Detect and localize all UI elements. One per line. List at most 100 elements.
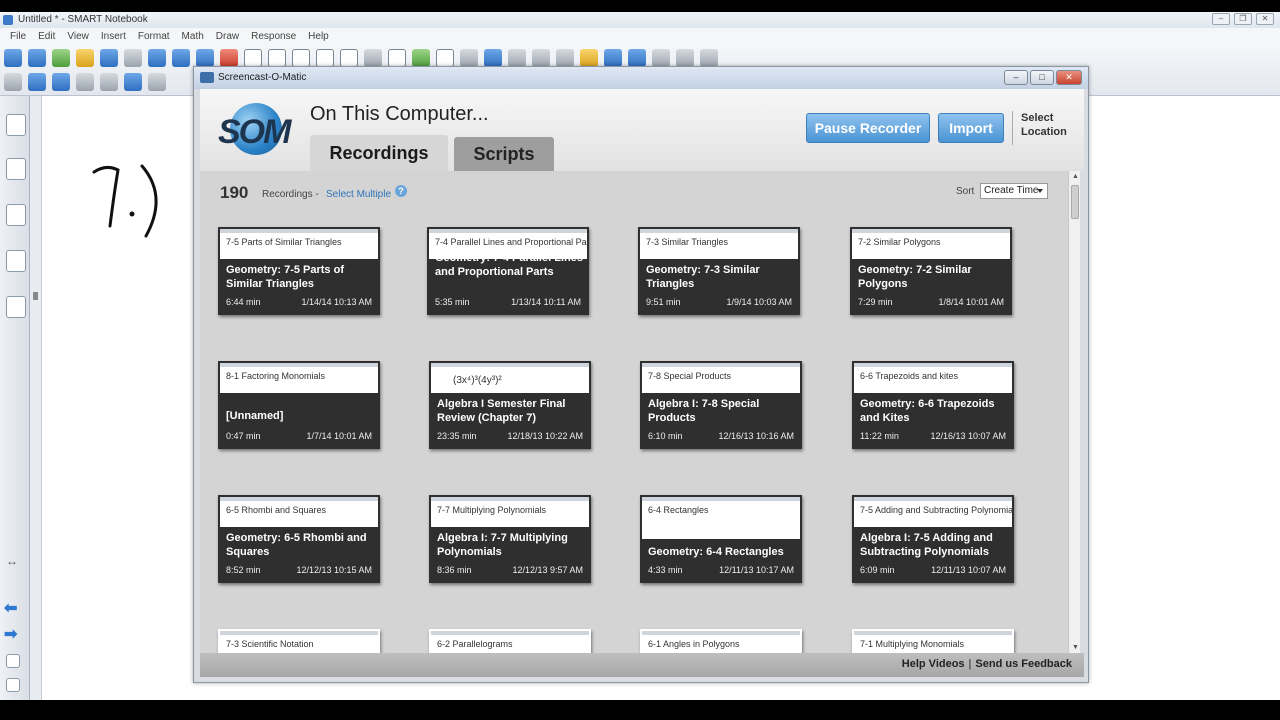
delete-page-icon[interactable]	[148, 49, 166, 67]
minimize-icon[interactable]: –	[1004, 70, 1028, 85]
menu-edit[interactable]: Edit	[32, 31, 61, 42]
close-icon[interactable]: ✕	[1256, 13, 1274, 25]
help-icon[interactable]: ?	[395, 185, 407, 197]
recording-card[interactable]: 8-1 Factoring Monomials [Unnamed] 0:47 m…	[218, 361, 380, 449]
addons-icon[interactable]	[6, 296, 26, 318]
recording-card[interactable]: 7-1 Multiplying Monomials	[852, 629, 1014, 653]
previous-page-icon[interactable]: ⬅	[4, 598, 17, 618]
response-icon[interactable]	[436, 49, 454, 67]
text-tool-icon[interactable]	[364, 49, 382, 67]
close-icon[interactable]: ✕	[1056, 70, 1082, 85]
restore-icon[interactable]: ❐	[1234, 13, 1252, 25]
eraser-icon[interactable]	[532, 49, 550, 67]
properties-icon[interactable]	[676, 49, 694, 67]
magic-pen-icon[interactable]	[604, 49, 622, 67]
delete-icon[interactable]	[220, 49, 238, 67]
import-button[interactable]: Import	[938, 113, 1004, 143]
recording-card[interactable]: 6-1 Angles in Polygons	[640, 629, 802, 653]
tab-scripts[interactable]: Scripts	[454, 137, 554, 171]
capture-icon[interactable]	[316, 49, 334, 67]
select-location-link[interactable]: Select Location	[1012, 111, 1082, 145]
add-page-icon[interactable]	[52, 49, 70, 67]
redo-icon[interactable]	[196, 49, 214, 67]
fill-icon[interactable]	[628, 49, 646, 67]
recording-card[interactable]: 6-5 Rhombi and Squares Geometry: 6-5 Rho…	[218, 495, 380, 583]
recording-card[interactable]: 7-3 Scientific Notation	[218, 629, 380, 653]
recording-card[interactable]: 7-8 Special Products Algebra I: 7-8 Spec…	[640, 361, 802, 449]
back-icon[interactable]	[4, 49, 22, 67]
recording-card[interactable]: 7-3 Similar Triangles Geometry: 7-3 Simi…	[638, 227, 800, 315]
thumbnail-text: 7-3 Scientific Notation	[226, 639, 314, 649]
move-toolbar-icon[interactable]	[700, 49, 718, 67]
scroll-up-icon[interactable]: ▲	[1072, 173, 1079, 180]
graph-icon[interactable]	[124, 73, 142, 91]
math-tools-icon[interactable]	[76, 73, 94, 91]
recording-card[interactable]: (3x⁴)³(4y³)² Algebra I Semester Final Re…	[429, 361, 591, 449]
recording-card[interactable]: 7-4 Parallel Lines and Proportional Part…	[427, 227, 589, 315]
save-icon[interactable]	[100, 49, 118, 67]
text-icon[interactable]	[652, 49, 670, 67]
attachments-icon[interactable]	[6, 204, 26, 226]
recording-card[interactable]: 7-7 Multiplying Polynomials Algebra I: 7…	[429, 495, 591, 583]
creative-pen-icon[interactable]	[508, 49, 526, 67]
table-math-icon[interactable]	[100, 73, 118, 91]
page-sorter-icon[interactable]	[6, 114, 26, 136]
thumbnail-toolbar	[431, 631, 589, 635]
send-feedback-link[interactable]: Send us Feedback	[975, 658, 1072, 670]
scroll-down-icon[interactable]: ▼	[1072, 644, 1079, 651]
minimize-icon[interactable]: –	[1212, 13, 1230, 25]
help-videos-link[interactable]: Help Videos	[902, 658, 965, 670]
next-page-icon[interactable]: ➡	[4, 624, 17, 644]
recording-card[interactable]: 7-5 Adding and Subtracting Polynomials A…	[852, 495, 1014, 583]
menu-help[interactable]: Help	[302, 31, 335, 42]
gallery-icon[interactable]	[6, 158, 26, 180]
menu-draw[interactable]: Draw	[210, 31, 245, 42]
properties-tab-icon[interactable]	[6, 250, 26, 272]
recording-card[interactable]: 6-2 Parallelograms	[429, 629, 591, 653]
geometry-icon[interactable]	[148, 73, 166, 91]
shape-recognition-icon[interactable]	[28, 73, 46, 91]
panel-splitter[interactable]	[30, 96, 42, 700]
tab-recordings[interactable]: Recordings	[310, 135, 448, 171]
resize-handle-icon[interactable]: ↔	[6, 554, 18, 568]
shapes-icon[interactable]	[580, 49, 598, 67]
delete-page-side-icon[interactable]	[6, 678, 20, 692]
menu-format[interactable]: Format	[132, 31, 176, 42]
recording-duration: 4:33 min	[648, 565, 683, 575]
recording-card[interactable]: 7-2 Similar Polygons Geometry: 7-2 Simil…	[850, 227, 1012, 315]
recording-card[interactable]: 7-5 Parts of Similar Triangles Geometry:…	[218, 227, 380, 315]
paste-icon[interactable]	[124, 49, 142, 67]
document-camera-icon[interactable]	[340, 49, 358, 67]
open-icon[interactable]	[76, 49, 94, 67]
thumbnail-toolbar	[640, 229, 798, 233]
line-icon[interactable]	[556, 49, 574, 67]
full-screen-icon[interactable]	[268, 49, 286, 67]
recordings-scrollbar[interactable]: ▲ ▼	[1068, 171, 1080, 653]
recording-thumbnail: 7-7 Multiplying Polynomials	[431, 497, 589, 527]
recording-thumbnail: 7-5 Parts of Similar Triangles	[220, 229, 378, 259]
menu-file[interactable]: File	[4, 31, 32, 42]
add-table-icon[interactable]	[412, 49, 430, 67]
screen-shade-icon[interactable]	[244, 49, 262, 67]
sigma-icon[interactable]	[4, 73, 22, 91]
menu-math[interactable]: Math	[176, 31, 210, 42]
menu-response[interactable]: Response	[245, 31, 302, 42]
sort-select[interactable]: Create Time	[980, 183, 1048, 199]
select-multiple-link[interactable]: Select Multiple	[326, 189, 391, 200]
select-arrow-icon[interactable]	[460, 49, 478, 67]
dual-page-icon[interactable]	[292, 49, 310, 67]
scroll-thumb[interactable]	[1071, 185, 1079, 219]
recording-card[interactable]: 6-4 Rectangles Geometry: 6-4 Rectangles …	[640, 495, 802, 583]
pen-icon[interactable]	[484, 49, 502, 67]
measurement-icon[interactable]	[52, 73, 70, 91]
undo-icon[interactable]	[172, 49, 190, 67]
table-icon[interactable]	[388, 49, 406, 67]
add-page-side-icon[interactable]	[6, 654, 20, 668]
menu-insert[interactable]: Insert	[95, 31, 132, 42]
forward-icon[interactable]	[28, 49, 46, 67]
pause-recorder-button[interactable]: Pause Recorder	[806, 113, 930, 143]
recording-date: 12/18/13 10:22 AM	[507, 431, 583, 441]
menu-view[interactable]: View	[61, 31, 95, 42]
maximize-icon[interactable]: □	[1030, 70, 1054, 85]
recording-card[interactable]: 6-6 Trapezoids and kites Geometry: 6-6 T…	[852, 361, 1014, 449]
